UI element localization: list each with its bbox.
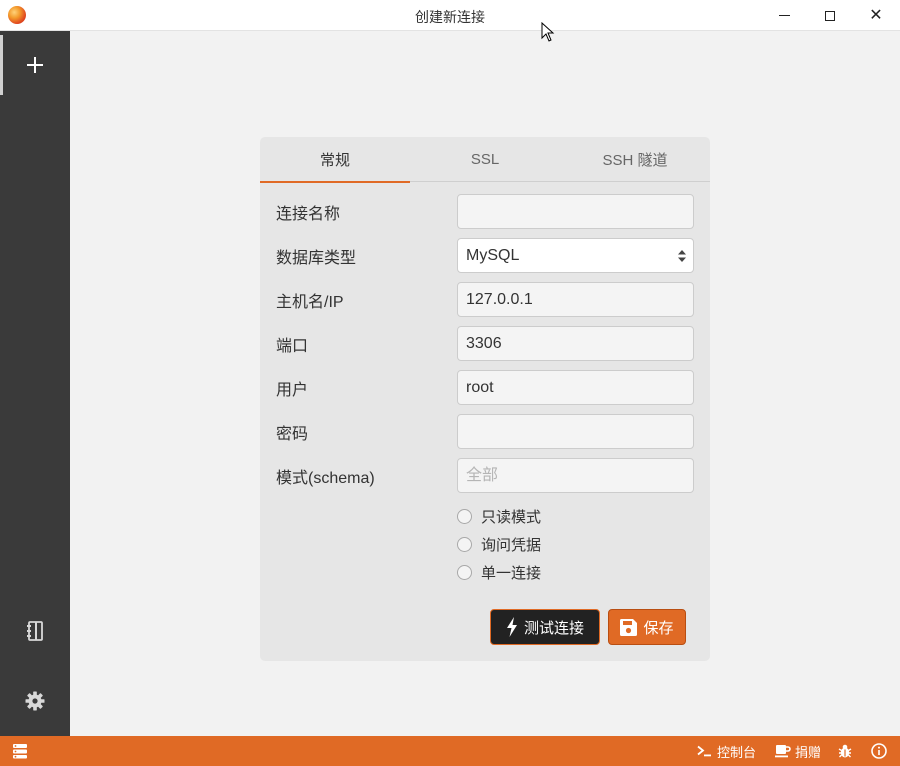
readonly-checkbox-row[interactable]: 只读模式 [457,505,541,527]
donate-button[interactable]: 捐赠 [775,736,821,766]
password-input[interactable] [457,414,694,449]
user-label: 用户 [276,381,309,399]
readonly-checkbox[interactable] [457,508,472,524]
port-input[interactable] [457,326,694,361]
minimize-button[interactable] [761,0,807,31]
save-label: 保存 [643,619,674,637]
close-icon: ✕ [869,6,883,24]
port-label: 端口 [276,337,309,355]
ask-credentials-label: 询问凭据 [481,536,542,554]
db-type-value: MySQL [466,246,520,264]
tab-ssh-tunnel[interactable]: SSH 隧道 [560,137,710,182]
save-icon [620,618,638,636]
about-button[interactable] [871,736,891,766]
schema-input[interactable] [457,458,694,493]
test-connection-label: 测试连接 [523,619,584,637]
gear-icon [25,691,45,711]
console-button[interactable]: 控制台 [697,736,756,766]
schema-label: 模式(schema) [276,469,375,487]
save-button[interactable]: 保存 [608,609,686,645]
single-connection-label: 单一连接 [481,564,542,582]
maximize-icon [825,10,835,21]
ask-credentials-checkbox[interactable] [457,536,472,552]
terminal-icon [697,745,711,757]
server-list-icon [13,744,27,759]
report-bug-button[interactable] [837,736,857,766]
notebook-button[interactable] [0,611,70,651]
tab-bar: 常规 SSL SSH 隧道 [260,137,710,183]
console-label: 控制台 [717,744,757,760]
test-connection-button[interactable]: 测试连接 [490,609,600,645]
sidebar [0,31,70,736]
db-type-label: 数据库类型 [276,249,357,267]
plus-icon [27,57,43,73]
connections-list-button[interactable] [12,736,32,766]
bug-icon [838,744,852,758]
password-label: 密码 [276,425,309,443]
host-label: 主机名/IP [276,293,344,311]
close-button[interactable]: ✕ [853,0,899,31]
connection-form-card: 常规 SSL SSH 隧道 连接名称 数据库类型 MySQL 主机名/IP 端口… [260,137,710,661]
host-input[interactable] [457,282,694,317]
tab-general[interactable]: 常规 [260,137,410,183]
db-type-select[interactable]: MySQL [457,238,694,273]
connection-name-input[interactable] [457,194,694,229]
coffee-icon [775,745,791,758]
tab-ssl[interactable]: SSL [410,137,560,182]
user-input[interactable] [457,370,694,405]
mouse-cursor-icon [541,22,555,42]
title-bar: 创建新连接 ✕ [0,0,900,31]
donate-label: 捐赠 [795,744,822,760]
info-icon [871,743,887,759]
notebook-icon [27,621,43,641]
readonly-label: 只读模式 [481,508,542,526]
single-connection-checkbox-row[interactable]: 单一连接 [457,561,541,583]
add-connection-button[interactable] [0,35,70,95]
select-arrows-icon [678,250,686,262]
lightning-icon [506,617,517,637]
minimize-icon [778,15,790,16]
single-connection-checkbox[interactable] [457,564,472,580]
status-bar: 控制台 捐赠 [0,736,900,766]
connection-name-label: 连接名称 [276,205,341,223]
maximize-button[interactable] [807,0,853,31]
ask-credentials-checkbox-row[interactable]: 询问凭据 [457,533,541,555]
settings-button[interactable] [0,681,70,721]
